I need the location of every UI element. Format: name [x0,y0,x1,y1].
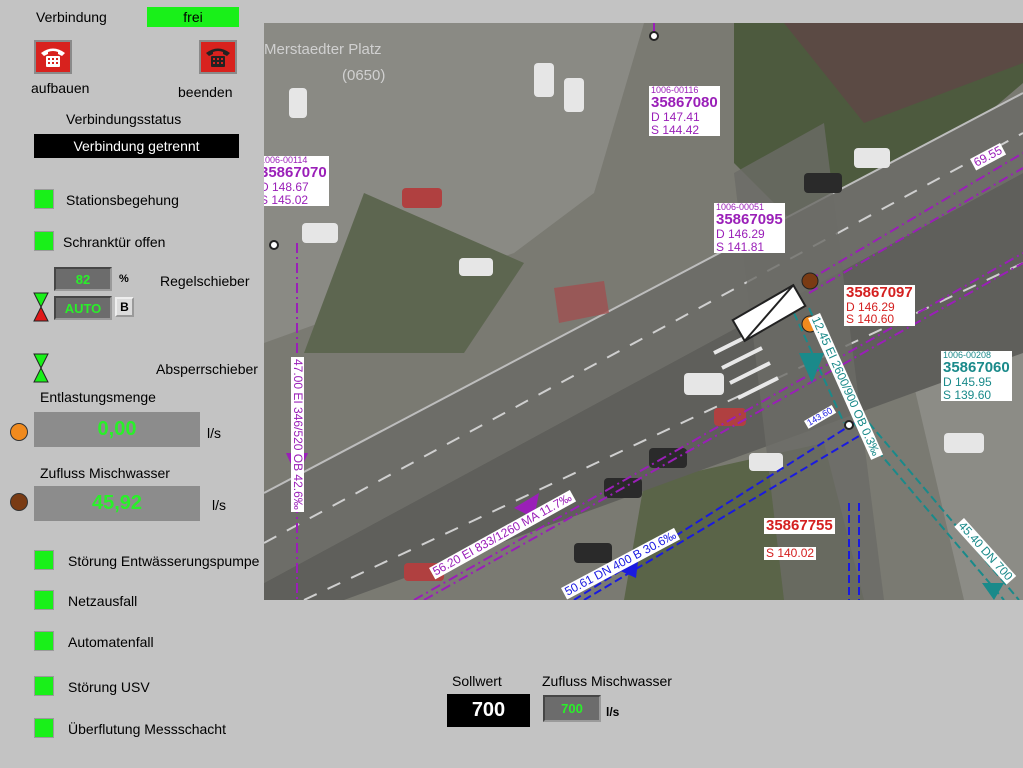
node-id: 35867070 [264,164,327,182]
regelschieber-unit: % [119,273,129,285]
alarm-led-automatenfall [34,631,54,651]
regelschieber-mode-button[interactable]: B [115,297,134,317]
alarm-led-ueberflutung [34,718,54,738]
node-sole: S 144.42 [651,122,700,137]
zufluss-setpoint-label: Zufluss Mischwasser [542,673,672,689]
alarm-label-automatenfall: Automatenfall [68,634,154,650]
telephone-hangup-icon [206,48,230,67]
node-id: 35867060 [943,359,1010,377]
status-led-stationsbegehung [34,189,54,209]
node-depth: D 145.95 [943,375,992,390]
node-depth: D 147.41 [651,110,700,125]
zufluss-setpoint-value: 700 [543,695,601,722]
alarm-label-pumpe: Störung Entwässerungspumpe [68,553,260,569]
network-map[interactable]: Merstaedter Platz (0650) 1006-00116 3586… [264,23,1023,600]
zufluss-label: Zufluss Mischwasser [40,465,170,481]
node-sole: S 141.81 [716,239,765,254]
connection-status-value: Verbindung getrennt [34,134,239,158]
node-sole: S 139.60 [943,387,992,402]
disconnect-button-label: beenden [178,84,233,100]
regelschieber-mode-display: AUTO [54,296,112,320]
alarm-led-usv [34,676,54,696]
node-depth: D 148.67 [264,180,309,195]
pipe-label: 47.00 EI 346/520 OB 42.6‰ [291,357,305,512]
node-id: 35867080 [651,94,718,112]
node-id: 35867755 [766,517,833,534]
absperrschieber-label: Absperrschieber [156,361,258,377]
absperrschieber-valve-icon [33,353,49,383]
node-id: 35867095 [716,211,783,229]
setpoint-label: Sollwert [452,673,502,689]
map-node-35867755-sole: S 140.02 [764,546,817,560]
connect-button[interactable] [34,40,72,74]
entlastung-status-dot [10,423,28,441]
regelschieber-value: 82 [54,267,112,291]
connection-state-badge: frei [147,7,239,27]
alarm-label-ueberflutung: Überflutung Messschacht [68,721,226,737]
map-node-35867755[interactable]: 35867755 [764,518,835,534]
zufluss-setpoint-unit: l/s [606,705,620,719]
connection-label: Verbindung [36,9,107,25]
node-sole: S 145.02 [264,192,309,207]
status-label-schranktuer: Schranktür offen [63,234,166,250]
node-depth: D 146.29 [716,227,765,242]
zufluss-status-dot [10,493,28,511]
entlastung-unit: l/s [207,425,221,441]
map-node-35867080[interactable]: 1006-00116 35867080 D 147.41 S 144.42 [649,85,720,137]
setpoint-value[interactable]: 700 [447,694,530,727]
map-node-35867097[interactable]: 35867097 D 146.29 S 140.60 [844,285,915,326]
entlastung-label: Entlastungsmenge [40,389,156,405]
status-led-schranktuer [34,231,54,251]
telephone-icon [41,48,65,67]
map-node-35867060[interactable]: 1006-00208 35867060 D 145.95 S 139.60 [941,350,1012,402]
alarm-label-netzausfall: Netzausfall [68,593,138,609]
regelschieber-valve-icon [33,292,49,322]
connection-status-title: Verbindungsstatus [66,111,182,127]
map-node-35867070[interactable]: 1006-00114 35867070 D 148.67 S 145.02 [264,155,329,207]
status-label-stationsbegehung: Stationsbegehung [66,192,179,208]
disconnect-button[interactable] [199,40,237,74]
map-place-code: (0650) [342,67,386,84]
entlastung-value: 0,00 [34,412,200,447]
node-id: 35867097 [846,284,913,301]
map-place-name: Merstaedter Platz [264,41,382,58]
map-node-35867095[interactable]: 1006-00051 35867095 D 146.29 S 141.81 [714,202,785,254]
zufluss-value: 45,92 [34,486,200,521]
zufluss-unit: l/s [212,497,226,513]
connect-button-label: aufbauen [31,80,90,96]
alarm-label-usv: Störung USV [68,679,150,695]
alarm-led-pumpe [34,550,54,570]
alarm-led-netzausfall [34,590,54,610]
regelschieber-label: Regelschieber [160,273,250,289]
node-sole: S 140.60 [846,312,895,327]
